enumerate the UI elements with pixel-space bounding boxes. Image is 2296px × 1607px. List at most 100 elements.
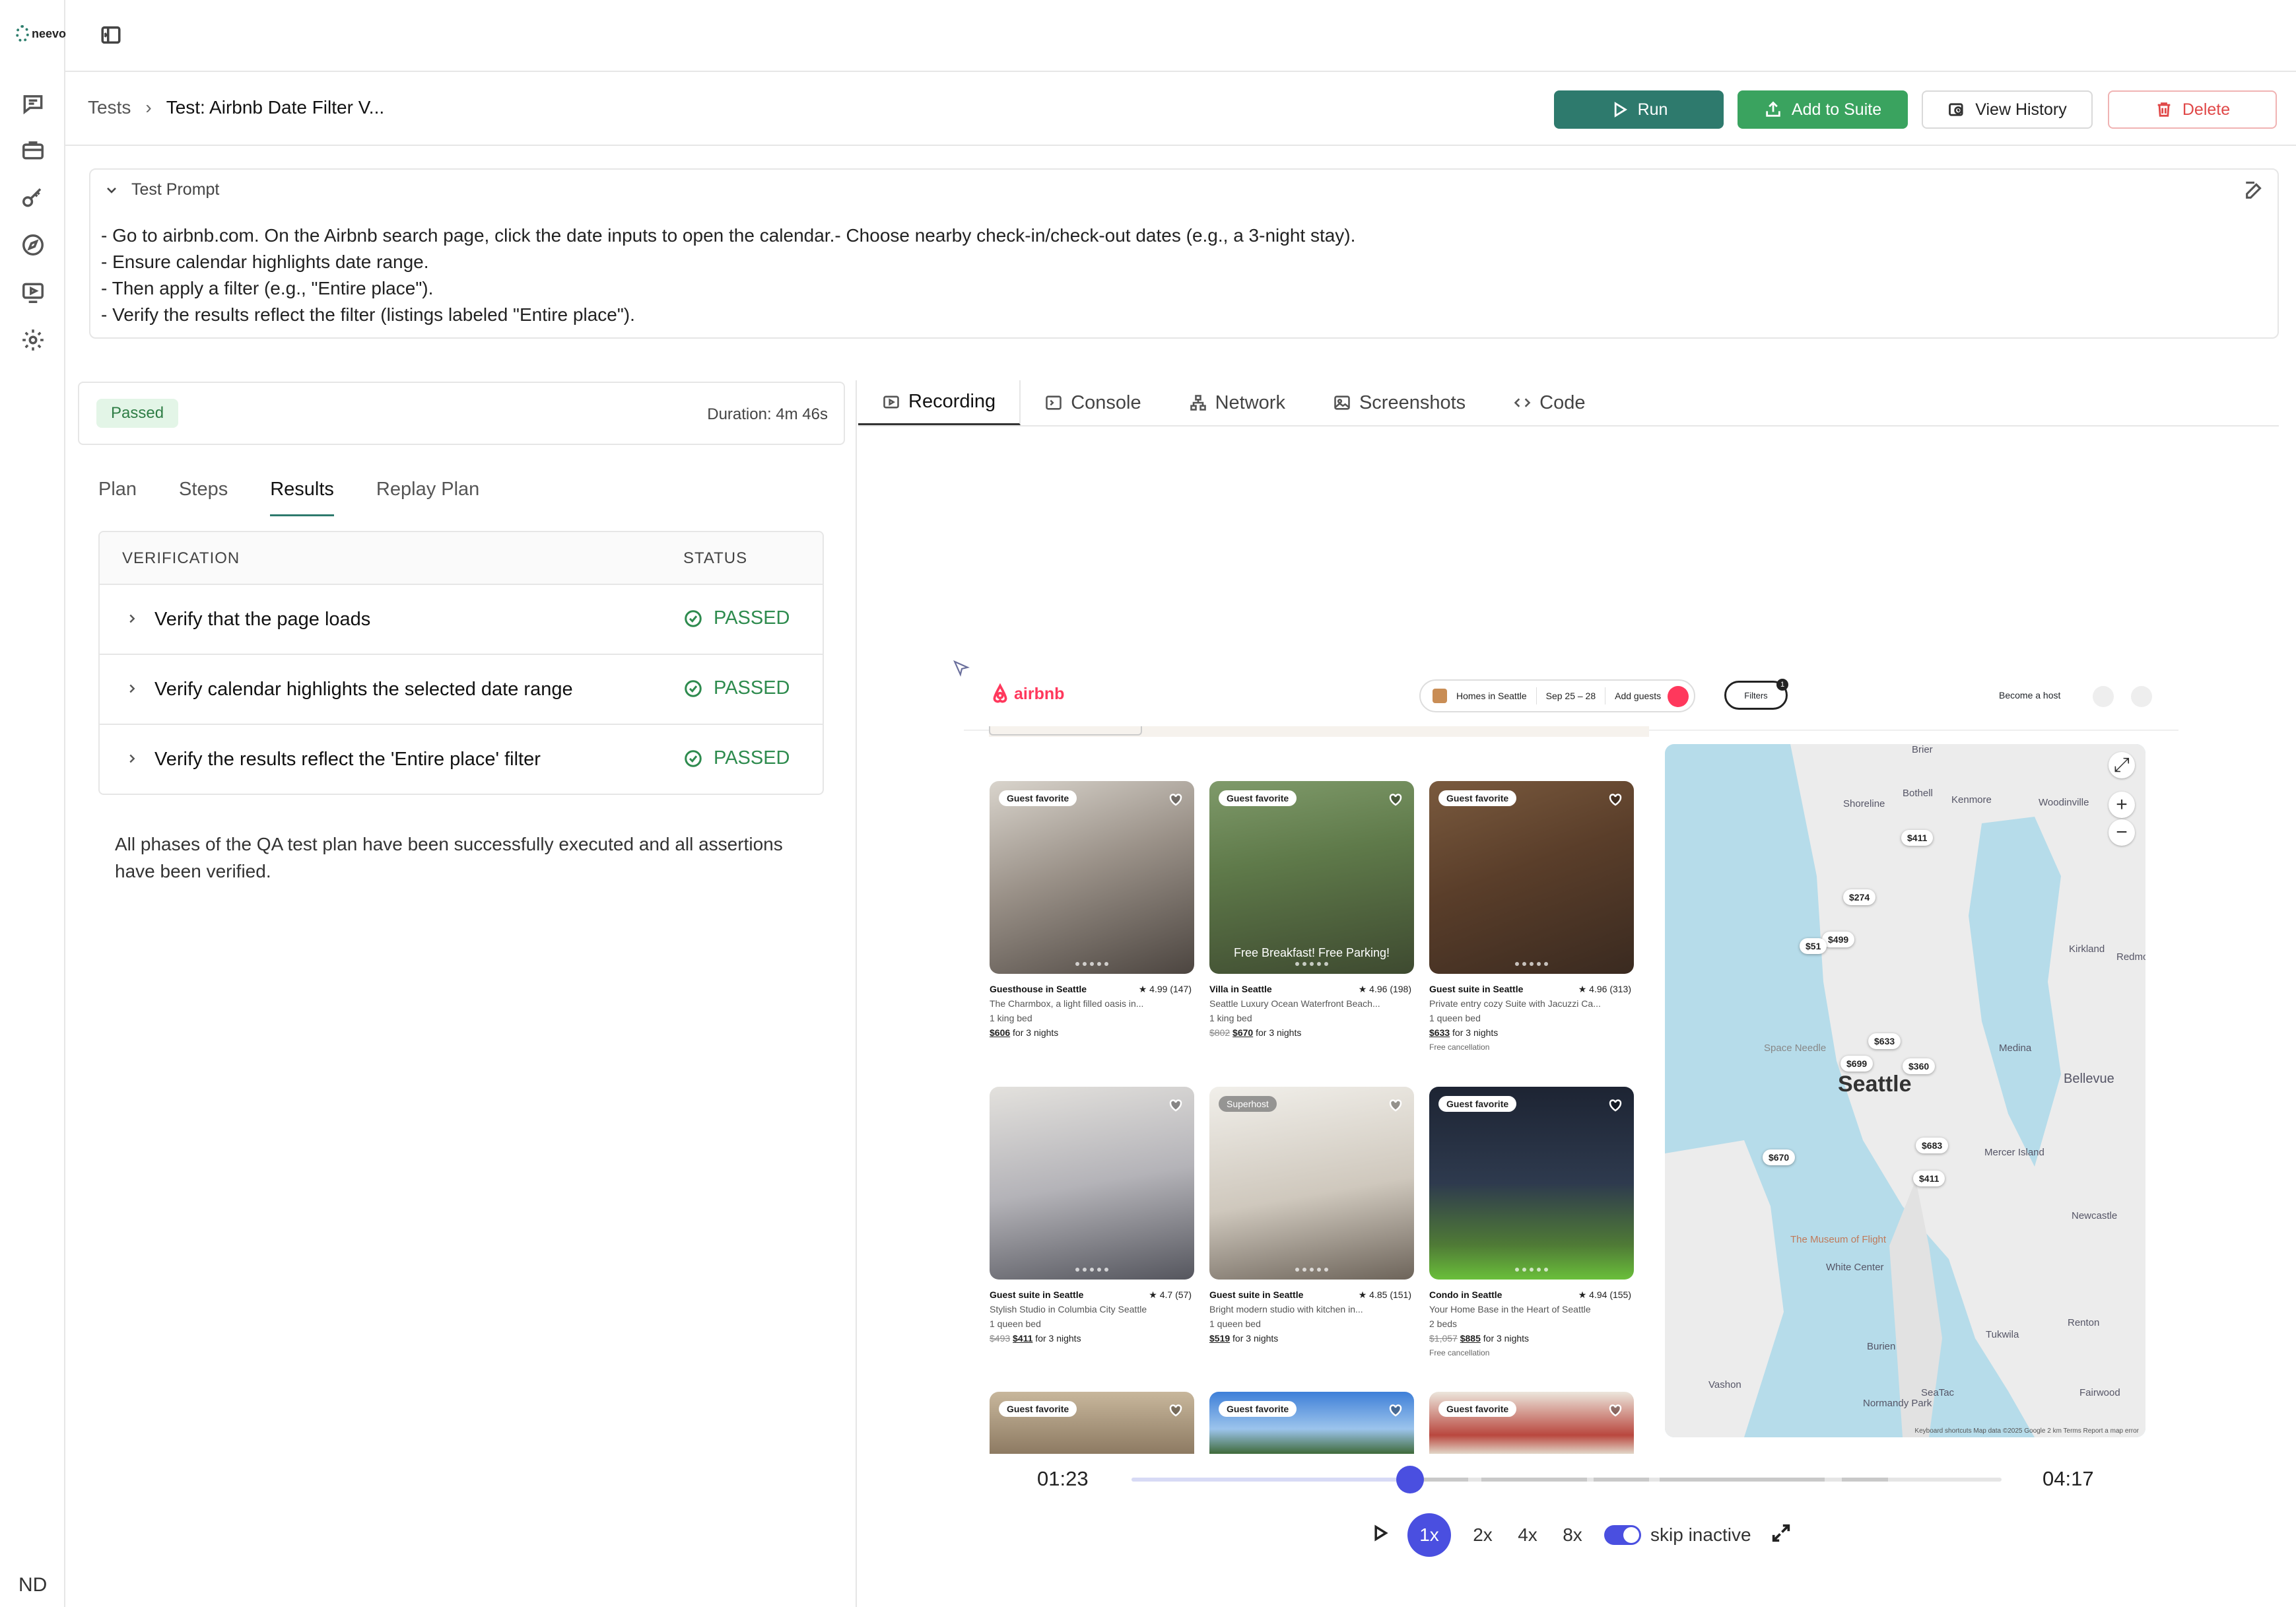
timeline-scrubber[interactable]: [1131, 1466, 2002, 1493]
gear-icon[interactable]: [20, 327, 46, 353]
search-map[interactable]: ⤢ + − Brier Shoreline Kenmore Bothell Wo…: [1665, 744, 2145, 1437]
listing-card[interactable]: Guest favorite Guesthouse in Seattle ★ 4…: [990, 781, 1194, 1040]
fullscreen-icon[interactable]: [1770, 1522, 1792, 1549]
app-logo[interactable]: neevo: [16, 24, 66, 44]
filter-chip[interactable]: [989, 726, 1142, 735]
breadcrumb-root[interactable]: Tests: [88, 97, 131, 118]
map-city-label: Seattle: [1838, 1072, 1912, 1097]
price-pin[interactable]: $360: [1903, 1058, 1936, 1074]
price-pin[interactable]: $51: [1800, 938, 1827, 954]
listing-card[interactable]: Guest favorite: [1209, 1392, 1414, 1454]
listing-photo[interactable]: Guest favorite: [990, 1392, 1194, 1454]
chevron-right-icon[interactable]: [125, 751, 139, 766]
search-location[interactable]: Homes in Seattle: [1456, 691, 1527, 701]
heart-icon[interactable]: [1388, 792, 1403, 807]
terminal-icon: [1046, 395, 1062, 410]
menu-icon[interactable]: [2131, 686, 2152, 707]
tab-network[interactable]: Network: [1165, 380, 1309, 425]
listing-photo[interactable]: Guest favorite: [1429, 781, 1634, 974]
tab-plan[interactable]: Plan: [98, 479, 137, 516]
price-pin[interactable]: $670: [1763, 1149, 1796, 1165]
test-prompt-toggle[interactable]: Test Prompt: [104, 180, 219, 199]
listing-card[interactable]: Guest favorite Guest suite in Seattle ★ …: [1429, 781, 1634, 1054]
search-icon[interactable]: [1668, 686, 1689, 707]
speed-1x-button[interactable]: 1x: [1407, 1513, 1451, 1557]
tab-recording[interactable]: Recording: [858, 380, 1021, 425]
speed-4x-button[interactable]: 4x: [1514, 1524, 1541, 1546]
view-history-button[interactable]: View History: [1922, 90, 2093, 129]
chevron-right-icon[interactable]: [125, 681, 139, 696]
add-to-suite-button[interactable]: Add to Suite: [1738, 90, 1908, 129]
listing-photo[interactable]: Guest favorite: [1429, 1392, 1634, 1454]
zoom-in-icon[interactable]: +: [2109, 792, 2135, 818]
listing-card[interactable]: Guest favorite Free Breakfast! Free Park…: [1209, 781, 1414, 1040]
user-initials[interactable]: ND: [18, 1574, 47, 1596]
price-pin[interactable]: $683: [1916, 1138, 1949, 1153]
table-row[interactable]: Verify the results reflect the 'Entire p…: [100, 725, 823, 794]
sidebar-toggle-icon[interactable]: [100, 24, 122, 46]
zoom-out-icon[interactable]: −: [2109, 819, 2135, 846]
compass-icon[interactable]: [20, 232, 46, 257]
key-icon[interactable]: [20, 185, 46, 210]
search-guests[interactable]: Add guests: [1615, 691, 1661, 701]
filters-button[interactable]: Filters 1: [1724, 679, 1788, 710]
listing-photo[interactable]: Guest favorite: [1429, 1087, 1634, 1280]
heart-icon[interactable]: [1168, 1097, 1184, 1113]
listing-tag: Guest favorite: [999, 790, 1077, 806]
listing-details: Guest suite in Seattle ★ 4.85 (151) Brig…: [1209, 1280, 1414, 1346]
heart-icon[interactable]: [1607, 792, 1623, 807]
price-pin[interactable]: $499: [1822, 932, 1855, 947]
map-footer[interactable]: Keyboard shortcuts Map data ©2025 Google…: [1914, 1427, 2139, 1435]
map-label: Mercer Island: [1984, 1147, 2044, 1158]
table-row[interactable]: Verify calendar highlights the selected …: [100, 655, 823, 725]
heart-icon[interactable]: [1388, 1402, 1403, 1418]
heart-icon[interactable]: [1607, 1402, 1623, 1418]
expand-map-icon[interactable]: ⤢: [2109, 752, 2135, 778]
airbnb-search-bar[interactable]: Homes in Seattle Sep 25 – 28 Add guests: [1419, 679, 1695, 712]
price-pin[interactable]: $633: [1868, 1033, 1901, 1049]
price-pin[interactable]: $274: [1843, 889, 1876, 905]
price-pin[interactable]: $699: [1840, 1056, 1874, 1072]
become-host-link[interactable]: Become a host: [1999, 690, 2060, 701]
listing-card[interactable]: Guest favorite: [990, 1392, 1194, 1454]
price-pin[interactable]: $411: [1901, 830, 1934, 846]
tab-console[interactable]: Console: [1021, 380, 1165, 425]
play-icon[interactable]: [1370, 1524, 1389, 1547]
airbnb-logo[interactable]: airbnb: [990, 683, 1064, 704]
listing-photo[interactable]: [990, 1087, 1194, 1280]
listing-card[interactable]: Guest favorite Condo in Seattle ★ 4.94 (…: [1429, 1087, 1634, 1360]
tab-replay-plan[interactable]: Replay Plan: [376, 479, 479, 516]
heart-icon[interactable]: [1388, 1097, 1403, 1113]
heart-icon[interactable]: [1168, 1402, 1184, 1418]
chat-icon[interactable]: [20, 91, 46, 116]
skip-inactive-toggle[interactable]: [1604, 1525, 1641, 1545]
tab-results[interactable]: Results: [270, 479, 334, 516]
run-button[interactable]: Run: [1554, 90, 1724, 129]
tab-steps[interactable]: Steps: [179, 479, 228, 516]
delete-button[interactable]: Delete: [2108, 90, 2277, 129]
tab-code[interactable]: Code: [1489, 380, 1609, 425]
price-pin[interactable]: $411: [1913, 1171, 1945, 1186]
heart-icon[interactable]: [1607, 1097, 1623, 1113]
chevron-right-icon[interactable]: [125, 611, 139, 626]
carousel-dots: [1295, 1268, 1328, 1272]
monitor-play-icon[interactable]: [20, 280, 46, 305]
listing-photo[interactable]: Guest favorite Free Breakfast! Free Park…: [1209, 781, 1414, 974]
globe-icon[interactable]: [2093, 686, 2114, 707]
speed-2x-button[interactable]: 2x: [1469, 1524, 1496, 1546]
table-row[interactable]: Verify that the page loads PASSED: [100, 585, 823, 655]
tab-screenshots[interactable]: Screenshots: [1309, 380, 1489, 425]
briefcase-icon[interactable]: [20, 137, 46, 162]
listing-photo[interactable]: Guest favorite: [990, 781, 1194, 974]
listing-card[interactable]: Guest favorite: [1429, 1392, 1634, 1454]
speed-8x-button[interactable]: 8x: [1559, 1524, 1586, 1546]
listing-card[interactable]: Superhost Guest suite in Seattle ★ 4.85 …: [1209, 1087, 1414, 1346]
search-dates[interactable]: Sep 25 – 28: [1546, 691, 1596, 701]
heart-icon[interactable]: [1168, 792, 1184, 807]
listing-photo[interactable]: Guest favorite: [1209, 1392, 1414, 1454]
verification-text: Verify that the page loads: [154, 609, 371, 630]
listing-photo[interactable]: Superhost: [1209, 1087, 1414, 1280]
listing-card[interactable]: Guest suite in Seattle ★ 4.7 (57) Stylis…: [990, 1087, 1194, 1346]
timeline-handle[interactable]: [1396, 1466, 1424, 1493]
edit-icon[interactable]: [2243, 179, 2266, 201]
